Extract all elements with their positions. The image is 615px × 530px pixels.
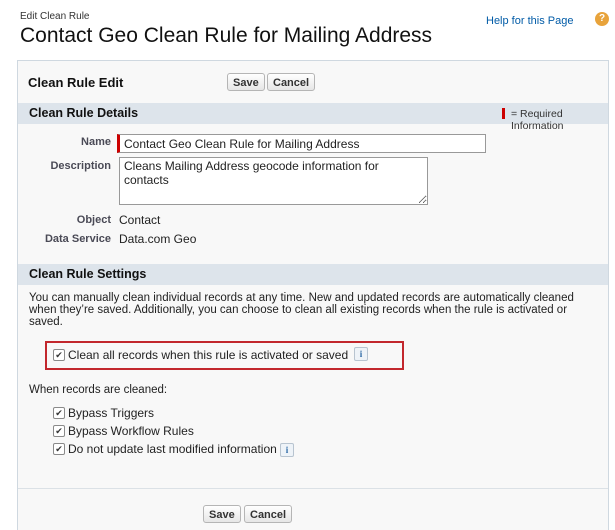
clean-all-info-icon[interactable]: i [354, 347, 368, 361]
clean-all-label: Clean all records when this rule is acti… [68, 348, 349, 362]
panel-title: Clean Rule Edit [28, 75, 124, 90]
save-button-top[interactable]: Save [227, 73, 265, 91]
page-title: Contact Geo Clean Rule for Mailing Addre… [20, 24, 433, 47]
cancel-button-bottom[interactable]: Cancel [244, 505, 293, 523]
required-indicator [502, 108, 505, 119]
no-update-modified-label: Do not update last modified information [68, 442, 277, 456]
help-link[interactable]: Help for this Page [486, 15, 573, 27]
when-cleaned-label: When records are cleaned: [29, 384, 168, 396]
data-service-label: Data Service [44, 233, 111, 245]
section-title-settings: Clean Rule Settings [29, 267, 147, 281]
bypass-workflow-checkbox[interactable]: ✔ [53, 425, 65, 437]
name-label: Name [81, 136, 111, 148]
settings-intro: You can manually clean individual record… [29, 292, 574, 328]
save-button-bottom[interactable]: Save [203, 505, 241, 523]
description-label: Description [50, 160, 111, 172]
data-service-value: Data.com Geo [119, 232, 197, 246]
object-label: Object [76, 214, 111, 226]
bypass-workflow-label: Bypass Workflow Rules [68, 424, 194, 438]
clean-all-checkbox[interactable]: ✔ [53, 349, 65, 361]
object-value: Contact [119, 213, 161, 227]
cancel-button-top[interactable]: Cancel [267, 73, 316, 91]
header-small-title: Edit Clean Rule [20, 11, 90, 22]
bypass-triggers-checkbox[interactable]: ✔ [53, 407, 65, 419]
no-update-modified-checkbox[interactable]: ✔ [53, 443, 65, 455]
bypass-triggers-label: Bypass Triggers [68, 406, 155, 420]
description-field[interactable]: Cleans Mailing Address geocode informati… [119, 157, 428, 205]
no-update-info-icon[interactable]: i [280, 443, 294, 457]
required-info-text: = Required Information [511, 108, 564, 132]
edit-panel: Clean Rule Edit Save Cancel Clean Rule D… [17, 60, 609, 530]
help-icon[interactable]: ? [595, 12, 609, 26]
section-header-details: Clean Rule Details = Required Informatio… [18, 103, 608, 132]
name-field[interactable] [117, 134, 486, 153]
section-header-settings: Clean Rule Settings [18, 264, 608, 285]
footer-divider [18, 488, 608, 489]
section-title-details: Clean Rule Details [29, 106, 139, 120]
